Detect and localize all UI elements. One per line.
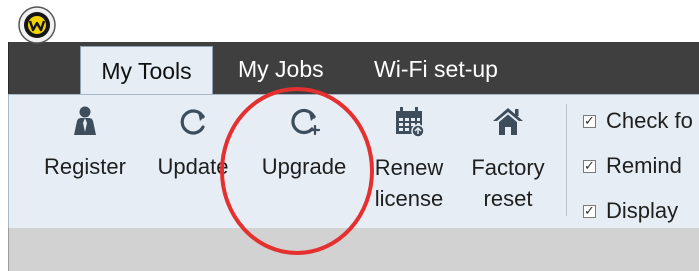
renew-license-button[interactable]: Renew license	[364, 104, 454, 222]
home-icon	[493, 108, 523, 135]
upgrade-button[interactable]: Upgrade	[250, 104, 358, 222]
remind-label: Remind	[606, 153, 682, 178]
register-button[interactable]: Register	[38, 104, 132, 222]
checkmark-icon: ✓	[584, 112, 595, 128]
check-for-option[interactable]: ✓ Check fo	[583, 106, 693, 136]
display-option[interactable]: ✓ Display	[583, 196, 678, 226]
update-label: Update	[157, 154, 229, 179]
app-logo-icon[interactable]	[18, 6, 56, 44]
factory-reset-label: Factory reset	[471, 155, 545, 211]
display-checkbox[interactable]: ✓	[583, 202, 596, 218]
tab-wifi-setup[interactable]: Wi-Fi set-up	[374, 45, 498, 94]
renew-license-label: Renew license	[374, 155, 444, 211]
refresh-plus-icon	[291, 108, 321, 136]
calendar-icon	[396, 107, 425, 138]
upgrade-label: Upgrade	[261, 154, 347, 179]
refresh-icon	[180, 109, 205, 135]
tab-my-jobs[interactable]: My Jobs	[238, 45, 324, 94]
display-label: Display	[606, 198, 679, 223]
checkmark-icon: ✓	[584, 157, 595, 173]
register-label: Register	[44, 154, 126, 179]
remind-option[interactable]: ✓ Remind	[583, 151, 682, 181]
person-icon	[74, 106, 96, 135]
ribbon-separator	[566, 104, 567, 216]
check-for-checkbox[interactable]: ✓	[583, 112, 596, 128]
checkmark-icon: ✓	[584, 202, 595, 218]
factory-reset-button[interactable]: Factory reset	[460, 104, 556, 222]
content-area	[8, 228, 699, 271]
tab-my-tools[interactable]: My Tools	[80, 46, 213, 96]
remind-checkbox[interactable]: ✓	[583, 157, 596, 173]
check-for-label: Check fo	[606, 108, 693, 133]
update-button[interactable]: Update	[145, 104, 241, 222]
